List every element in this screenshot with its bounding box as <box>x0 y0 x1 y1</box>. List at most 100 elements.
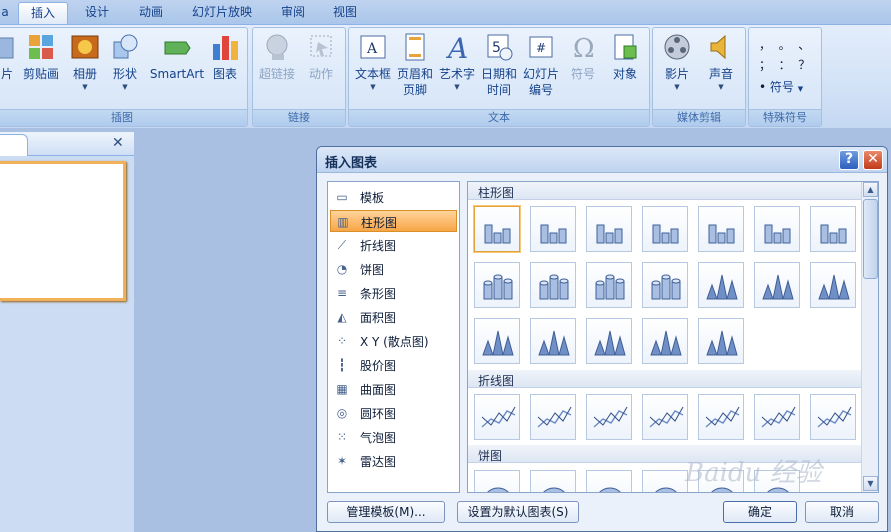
cone-chart-thumbnail[interactable] <box>754 262 800 308</box>
chart-type-item[interactable]: ⟋ 折线图 <box>330 234 457 256</box>
line-chart-thumbnail[interactable] <box>474 394 520 440</box>
cone-chart-thumbnail[interactable] <box>810 262 856 308</box>
tab-insert[interactable]: 插入 <box>18 2 68 24</box>
tab-review[interactable]: 审阅 <box>270 2 316 24</box>
help-button[interactable]: ? <box>839 150 859 170</box>
tab-animation[interactable]: 动画 <box>128 2 174 24</box>
wordart-button[interactable]: A 艺术字 ▼ <box>437 32 477 92</box>
tab-home-partial[interactable]: a <box>0 2 10 24</box>
cone-chart-thumbnail[interactable] <box>474 318 520 364</box>
chevron-down-icon: ▼ <box>370 83 376 91</box>
chart-type-item[interactable]: ≡ 条形图 <box>330 282 457 304</box>
column-chart-thumbnail[interactable] <box>754 206 800 252</box>
picture-button[interactable]: 片 <box>0 32 17 82</box>
slide-thumbnail[interactable] <box>0 161 126 301</box>
chart-type-item[interactable]: ▦ 曲面图 <box>330 378 457 400</box>
special-symbol-button[interactable]: • 符号 ▼ <box>759 78 803 95</box>
chart-type-item[interactable]: ┇ 股价图 <box>330 354 457 376</box>
punctuation-row-1[interactable]: ， 。 、 <box>759 36 810 53</box>
column-chart-thumbnail[interactable] <box>586 206 632 252</box>
column-chart-thumbnail[interactable] <box>698 206 744 252</box>
tab-slideshow[interactable]: 幻灯片放映 <box>182 2 262 24</box>
close-icon[interactable]: ✕ <box>112 135 124 151</box>
scroll-up-icon[interactable]: ▲ <box>863 182 878 197</box>
textbox-button[interactable]: A 文本框 ▼ <box>351 32 395 92</box>
chart-type-item[interactable]: ✶ 雷达图 <box>330 450 457 472</box>
header-footer-icon <box>405 33 425 61</box>
cone-chart-thumbnail[interactable] <box>698 318 744 364</box>
cylinder-chart-thumbnail[interactable] <box>642 262 688 308</box>
chart-type-item[interactable]: ◎ 圆环图 <box>330 402 457 424</box>
close-button[interactable]: ✕ <box>863 150 883 170</box>
svg-text:A: A <box>366 41 378 57</box>
ok-button[interactable]: 确定 <box>723 501 797 523</box>
smartart-button[interactable]: SmartArt <box>149 32 205 82</box>
chart-type-item[interactable]: ◔ 饼图 <box>330 258 457 280</box>
chart-type-item[interactable]: ▥ 柱形图 <box>330 210 457 232</box>
line-chart-thumbnail[interactable] <box>586 394 632 440</box>
column-chart-thumbnail[interactable] <box>474 206 520 252</box>
cone-chart-thumbnail[interactable] <box>698 262 744 308</box>
chart-button[interactable]: 图表 <box>207 32 243 82</box>
pie-chart-thumbnail[interactable] <box>474 470 520 492</box>
set-default-chart-button[interactable]: 设置为默认图表(S) <box>457 501 579 523</box>
chart-type-item[interactable]: ▭ 模板 <box>330 186 457 208</box>
slide-number-label-1: 幻灯片 <box>522 67 559 81</box>
cone-chart-thumbnail[interactable] <box>586 318 632 364</box>
action-button[interactable]: 动作 <box>301 32 341 82</box>
hyperlink-button[interactable]: 超链接 <box>257 32 297 82</box>
chart-type-label: 饼图 <box>360 263 385 277</box>
omega-icon: Ω <box>573 34 595 62</box>
cylinder-chart-thumbnail[interactable] <box>474 262 520 308</box>
media-group-label: 媒体剪辑 <box>653 109 745 126</box>
chevron-down-icon: ▼ <box>718 83 724 91</box>
shapes-icon <box>113 34 138 59</box>
pie-chart-thumbnail[interactable] <box>586 470 632 492</box>
tab-view[interactable]: 视图 <box>322 2 368 24</box>
clipart-button[interactable]: 剪贴画 <box>21 32 61 82</box>
cylinder-chart-thumbnail[interactable] <box>586 262 632 308</box>
column-chart-thumbnail[interactable] <box>642 206 688 252</box>
scrollbar-thumb[interactable] <box>863 199 878 279</box>
line-chart-thumbnail[interactable] <box>642 394 688 440</box>
radar-chart-icon: ✶ <box>336 454 348 468</box>
hyperlink-label: 超链接 <box>258 67 295 81</box>
movie-label: 影片 <box>664 67 689 81</box>
line-chart-icon: ⟋ <box>337 238 347 252</box>
cone-chart-thumbnail[interactable] <box>642 318 688 364</box>
chart-type-label: 条形图 <box>360 287 397 301</box>
symbol-button[interactable]: Ω 符号 <box>563 32 603 82</box>
cancel-button[interactable]: 取消 <box>805 501 879 523</box>
column-chart-thumbnail[interactable] <box>530 206 576 252</box>
gallery-scrollbar[interactable]: ▲ ▼ <box>861 182 878 492</box>
header-footer-button[interactable]: 页眉和 页脚 <box>395 32 435 98</box>
object-button[interactable]: 对象 <box>605 32 645 82</box>
section-title-pie: 饼图 <box>478 449 503 463</box>
cone-chart-thumbnail[interactable] <box>530 318 576 364</box>
pie-chart-thumbnail[interactable] <box>642 470 688 492</box>
pie-chart-icon: ◔ <box>336 262 348 276</box>
tab-design[interactable]: 设计 <box>74 2 120 24</box>
scroll-down-icon[interactable]: ▼ <box>863 476 878 491</box>
slide-number-button[interactable]: # 幻灯片 编号 <box>521 32 561 98</box>
line-chart-thumbnail[interactable] <box>530 394 576 440</box>
object-icon <box>614 34 637 60</box>
line-chart-thumbnail[interactable] <box>810 394 856 440</box>
shapes-button[interactable]: 形状 ▼ <box>107 32 143 92</box>
photo-album-icon <box>71 35 99 59</box>
movie-button[interactable]: 影片 ▼ <box>657 32 697 92</box>
line-chart-thumbnail[interactable] <box>698 394 744 440</box>
punctuation-row-2[interactable]: ； ： ？ <box>759 56 810 73</box>
line-chart-thumbnail[interactable] <box>754 394 800 440</box>
chart-type-item[interactable]: ⁙ 气泡图 <box>330 426 457 448</box>
sound-button[interactable]: 声音 ▼ <box>701 32 741 92</box>
chart-type-item[interactable]: ⁘ X Y (散点图) <box>330 330 457 352</box>
chart-type-item[interactable]: ◭ 面积图 <box>330 306 457 328</box>
album-button[interactable]: 相册 ▼ <box>67 32 103 92</box>
manage-templates-button[interactable]: 管理模板(M)... <box>327 501 445 523</box>
cylinder-chart-thumbnail[interactable] <box>530 262 576 308</box>
pie-chart-thumbnail[interactable] <box>530 470 576 492</box>
column-chart-thumbnail[interactable] <box>810 206 856 252</box>
slides-tab[interactable] <box>0 134 28 156</box>
datetime-button[interactable]: 5 日期和 时间 <box>479 32 519 98</box>
